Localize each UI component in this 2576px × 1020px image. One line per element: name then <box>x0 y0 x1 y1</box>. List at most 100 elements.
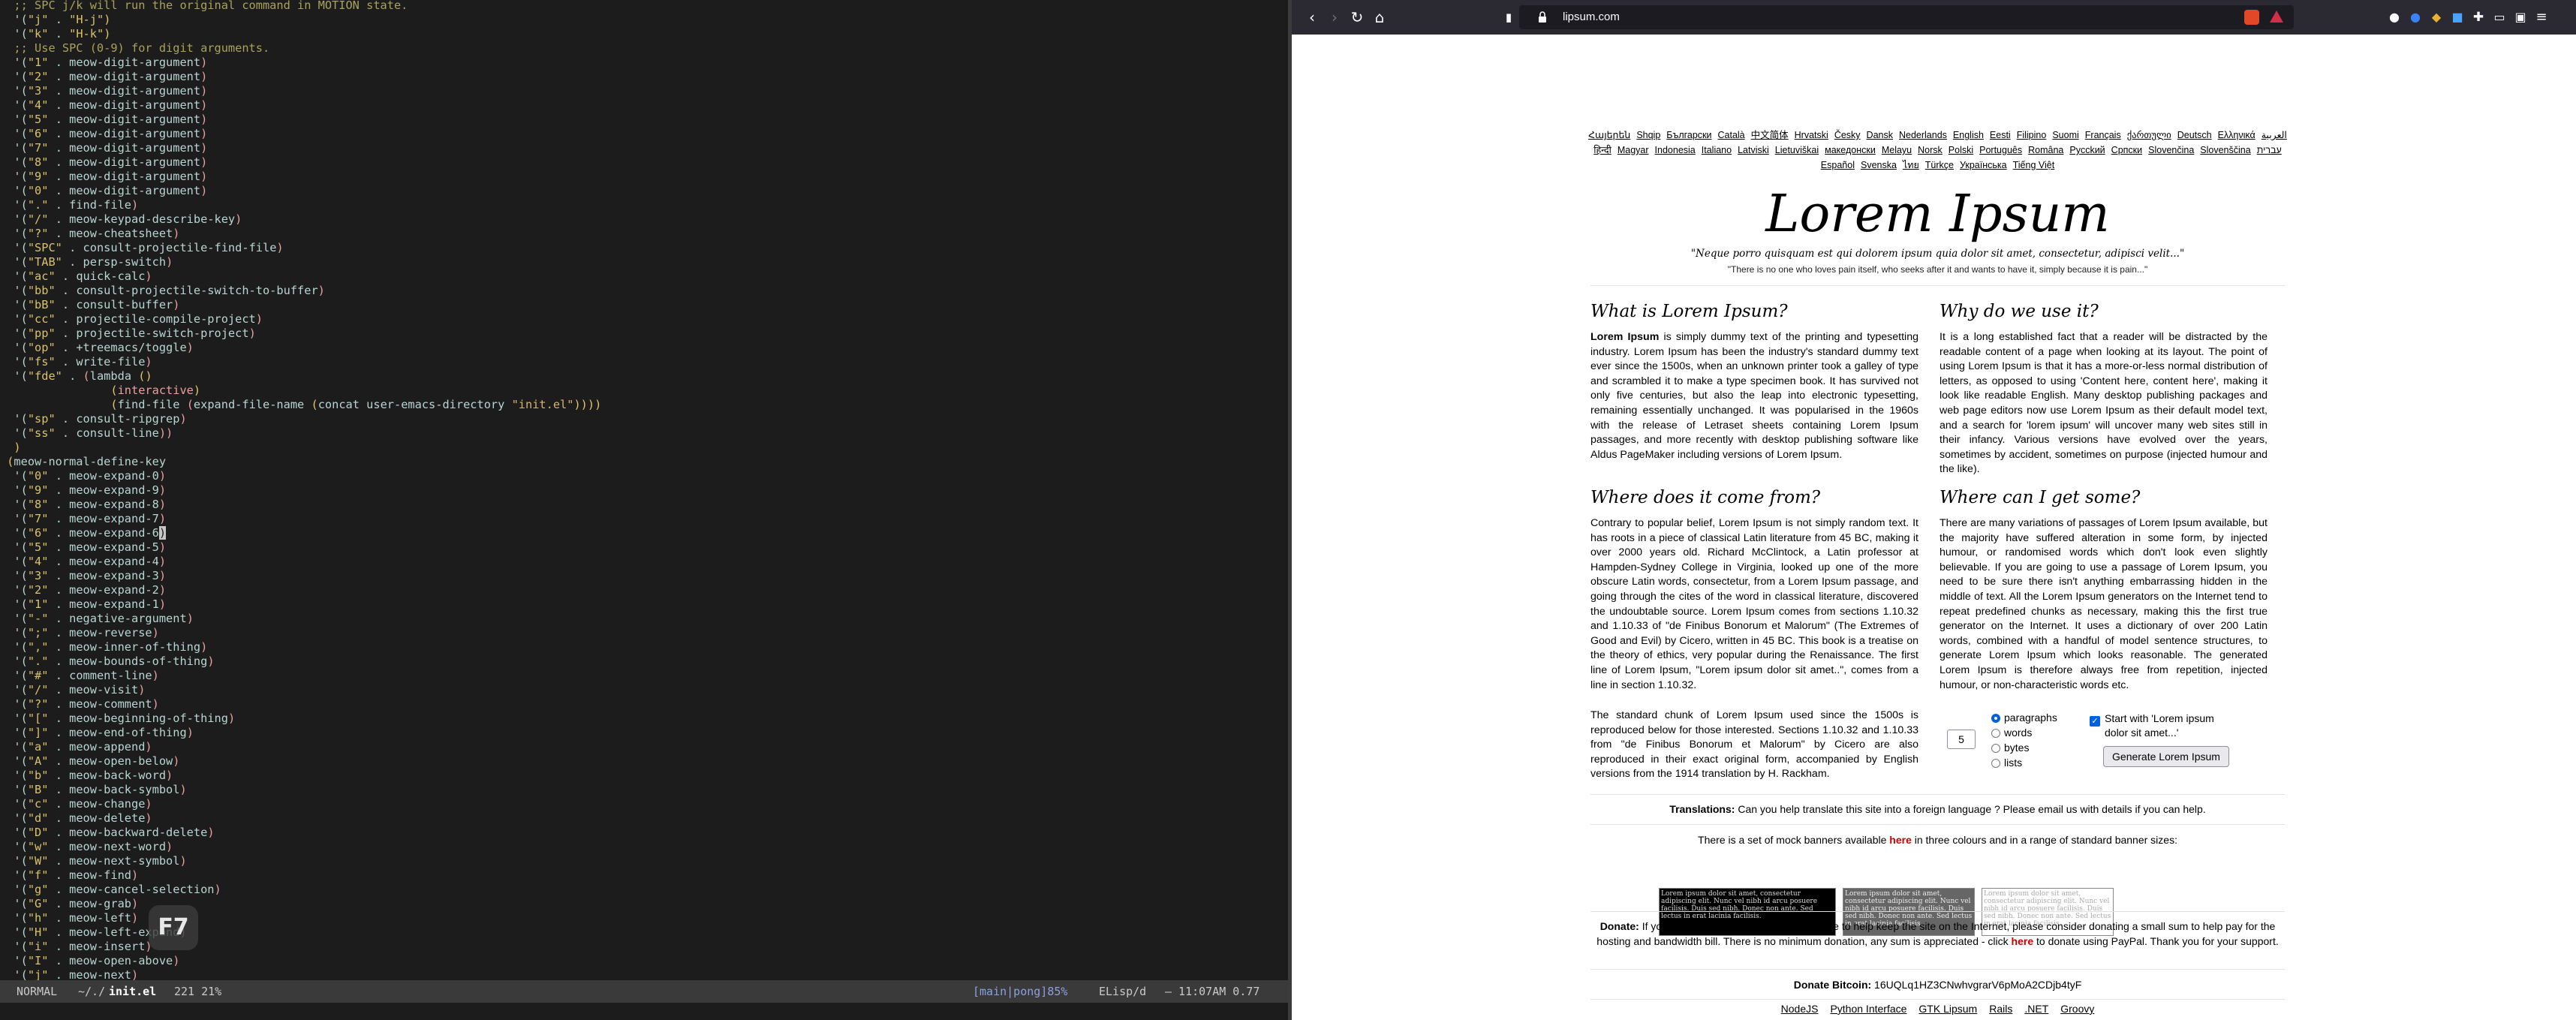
language-link[interactable]: Latviski <box>1738 145 1769 155</box>
code-line[interactable]: '("9" . meow-digit-argument) <box>0 170 207 184</box>
code-line[interactable]: '("h" . meow-left) <box>0 911 138 925</box>
code-line[interactable]: '("sp" . consult-ripgrep) <box>0 412 186 426</box>
code-line[interactable]: '("?" . meow-cheatsheet) <box>0 227 179 241</box>
code-line[interactable]: '("bB" . consult-buffer) <box>0 298 179 312</box>
code-line[interactable]: '("pp" . projectile-switch-project) <box>0 326 255 341</box>
language-link[interactable]: Filipino <box>2017 130 2047 140</box>
code-line[interactable]: '("6" . meow-expand-6) <box>0 526 167 540</box>
language-link[interactable]: Magyar <box>1618 145 1649 155</box>
code-line[interactable]: '("k" . "H-k") <box>0 27 110 41</box>
code-line[interactable]: '("i" . meow-insert) <box>0 940 152 954</box>
radio-lists-circle[interactable] <box>1991 759 2000 769</box>
language-link[interactable]: Polski <box>1949 145 1973 155</box>
extension-icon-3[interactable]: ◆ <box>2427 8 2446 27</box>
language-link[interactable]: македонски <box>1825 145 1876 155</box>
extension-icon-4[interactable]: ■ <box>2448 8 2467 27</box>
code-line[interactable]: '("[" . meow-beginning-of-thing) <box>0 712 235 726</box>
code-line[interactable]: '("," . meow-inner-of-thing) <box>0 640 207 654</box>
language-link[interactable]: Shqip <box>1636 130 1660 140</box>
code-line[interactable]: '("fs" . write-file) <box>0 355 152 369</box>
language-link[interactable]: Dansk <box>1867 130 1893 140</box>
code-line[interactable]: '("." . find-file) <box>0 198 138 212</box>
code-line[interactable]: '("c" . meow-change) <box>0 797 152 811</box>
code-line[interactable]: '("0" . meow-digit-argument) <box>0 184 207 198</box>
reload-icon[interactable]: ↻ <box>1347 8 1367 27</box>
radio-paragraphs[interactable]: paragraphs <box>1991 710 2057 725</box>
code-line[interactable]: '("/" . meow-keypad-describe-key) <box>0 212 242 227</box>
extension-icon-1[interactable]: ● <box>2385 8 2404 27</box>
code-line[interactable]: '("f" . meow-find) <box>0 868 138 883</box>
code-line[interactable]: '("5" . meow-expand-5) <box>0 540 166 555</box>
code-line[interactable]: '("g" . meow-cancel-selection) <box>0 883 221 897</box>
code-line[interactable]: '("7" . meow-expand-7) <box>0 512 166 526</box>
home-icon[interactable]: ⌂ <box>1370 8 1389 27</box>
code-line[interactable]: '("1" . meow-digit-argument) <box>0 56 207 70</box>
language-link[interactable]: Türkçe <box>1925 160 1954 170</box>
language-link[interactable]: ‫العربية <box>2262 130 2287 140</box>
code-line[interactable]: (interactive) <box>0 384 200 398</box>
code-line[interactable]: '("1" . meow-expand-1) <box>0 597 166 612</box>
url-text[interactable]: lipsum.com <box>1563 5 1620 29</box>
footer-link[interactable]: Groovy <box>2060 1003 2094 1015</box>
code-line[interactable]: '("4" . meow-expand-4) <box>0 555 166 569</box>
code-line[interactable]: '("3" . meow-expand-3) <box>0 569 166 583</box>
code-line[interactable]: '("8" . meow-expand-8) <box>0 498 166 512</box>
language-link[interactable]: Româna <box>2028 145 2063 155</box>
minibuffer[interactable] <box>0 1003 1288 1020</box>
code-line[interactable]: (find-file (expand-file-name (concat use… <box>0 398 601 412</box>
code-line[interactable]: '("ss" . consult-line)) <box>0 426 173 441</box>
code-line[interactable]: '("ac" . quick-calc) <box>0 269 152 284</box>
language-link[interactable]: Pycckий <box>2069 145 2105 155</box>
code-line[interactable]: (meow-normal-define-key <box>0 455 166 469</box>
language-link[interactable]: Հայերեն <box>1588 130 1630 140</box>
wallet-icon[interactable]: ▭ <box>2490 8 2509 27</box>
language-link[interactable]: Česky <box>1834 130 1861 140</box>
address-bar[interactable]: lipsum.com <box>1519 5 2294 29</box>
language-link[interactable]: Melayu <box>1882 145 1912 155</box>
code-line[interactable]: '("/" . meow-visit) <box>0 683 145 697</box>
code-line[interactable]: '("D" . meow-backward-delete) <box>0 826 214 840</box>
start-with-lorem-checkbox[interactable]: ✓ <box>2090 716 2100 727</box>
window-icon[interactable]: ▣ <box>2511 8 2530 27</box>
code-line[interactable]: '("0" . meow-expand-0) <box>0 469 166 483</box>
lock-icon[interactable] <box>1537 11 1548 23</box>
language-link[interactable]: Nederlands <box>1899 130 1947 140</box>
code-line[interactable]: '("2" . meow-expand-2) <box>0 583 166 597</box>
generate-button[interactable]: Generate Lorem Ipsum <box>2103 746 2229 767</box>
radio-bytes-circle[interactable] <box>1991 744 2000 754</box>
emacs-window[interactable]: ;; SPC j/k will run the original command… <box>0 0 1288 1020</box>
radio-words-circle[interactable] <box>1991 729 2000 739</box>
donate-link[interactable]: here <box>2012 935 2034 947</box>
extensions-puzzle-icon[interactable]: ✚ <box>2469 8 2488 27</box>
code-line[interactable]: '("2" . meow-digit-argument) <box>0 70 207 84</box>
language-link[interactable]: 中文简体 <box>1751 130 1789 140</box>
radio-bytes[interactable]: bytes <box>1991 740 2029 755</box>
language-link[interactable]: Suomi <box>2052 130 2078 140</box>
code-line[interactable]: ) <box>0 441 20 455</box>
code-line[interactable]: '("W" . meow-next-symbol) <box>0 854 186 868</box>
footer-link[interactable]: Python Interface <box>1830 1003 1906 1015</box>
menu-icon[interactable]: ≡ <box>2532 8 2551 27</box>
language-link[interactable]: Português <box>1979 145 2022 155</box>
language-link[interactable]: Indonesia <box>1655 145 1696 155</box>
code-line[interactable]: '("." . meow-bounds-of-thing) <box>0 654 214 669</box>
code-line[interactable]: '("A" . meow-open-below) <box>0 754 179 769</box>
language-link[interactable]: Slovenščina <box>2200 145 2250 155</box>
radio-lists[interactable]: lists <box>1991 755 2022 770</box>
code-line[interactable]: '("-" . negative-argument) <box>0 612 194 626</box>
code-line[interactable]: '("#" . comment-line) <box>0 669 158 683</box>
code-line[interactable]: '("8" . meow-digit-argument) <box>0 155 207 170</box>
language-link[interactable]: Italiano <box>1702 145 1732 155</box>
rewards-icon[interactable] <box>2270 11 2283 23</box>
language-link[interactable]: हिन्दी <box>1593 145 1612 155</box>
code-line[interactable]: '("9" . meow-expand-9) <box>0 483 166 498</box>
brave-shield-icon[interactable] <box>2244 10 2259 25</box>
language-link[interactable]: Eesti <box>1990 130 2011 140</box>
code-line[interactable]: '("B" . meow-back-symbol) <box>0 783 186 797</box>
code-line[interactable]: '("bb" . consult-projectile-switch-to-bu… <box>0 284 324 298</box>
banners-link[interactable]: here <box>1889 834 1912 846</box>
language-link[interactable]: Lietuviškai <box>1775 145 1819 155</box>
code-line[interactable]: '("I" . meow-open-above) <box>0 954 179 968</box>
language-link[interactable]: Català <box>1718 130 1745 140</box>
language-link[interactable]: Српски <box>2111 145 2142 155</box>
